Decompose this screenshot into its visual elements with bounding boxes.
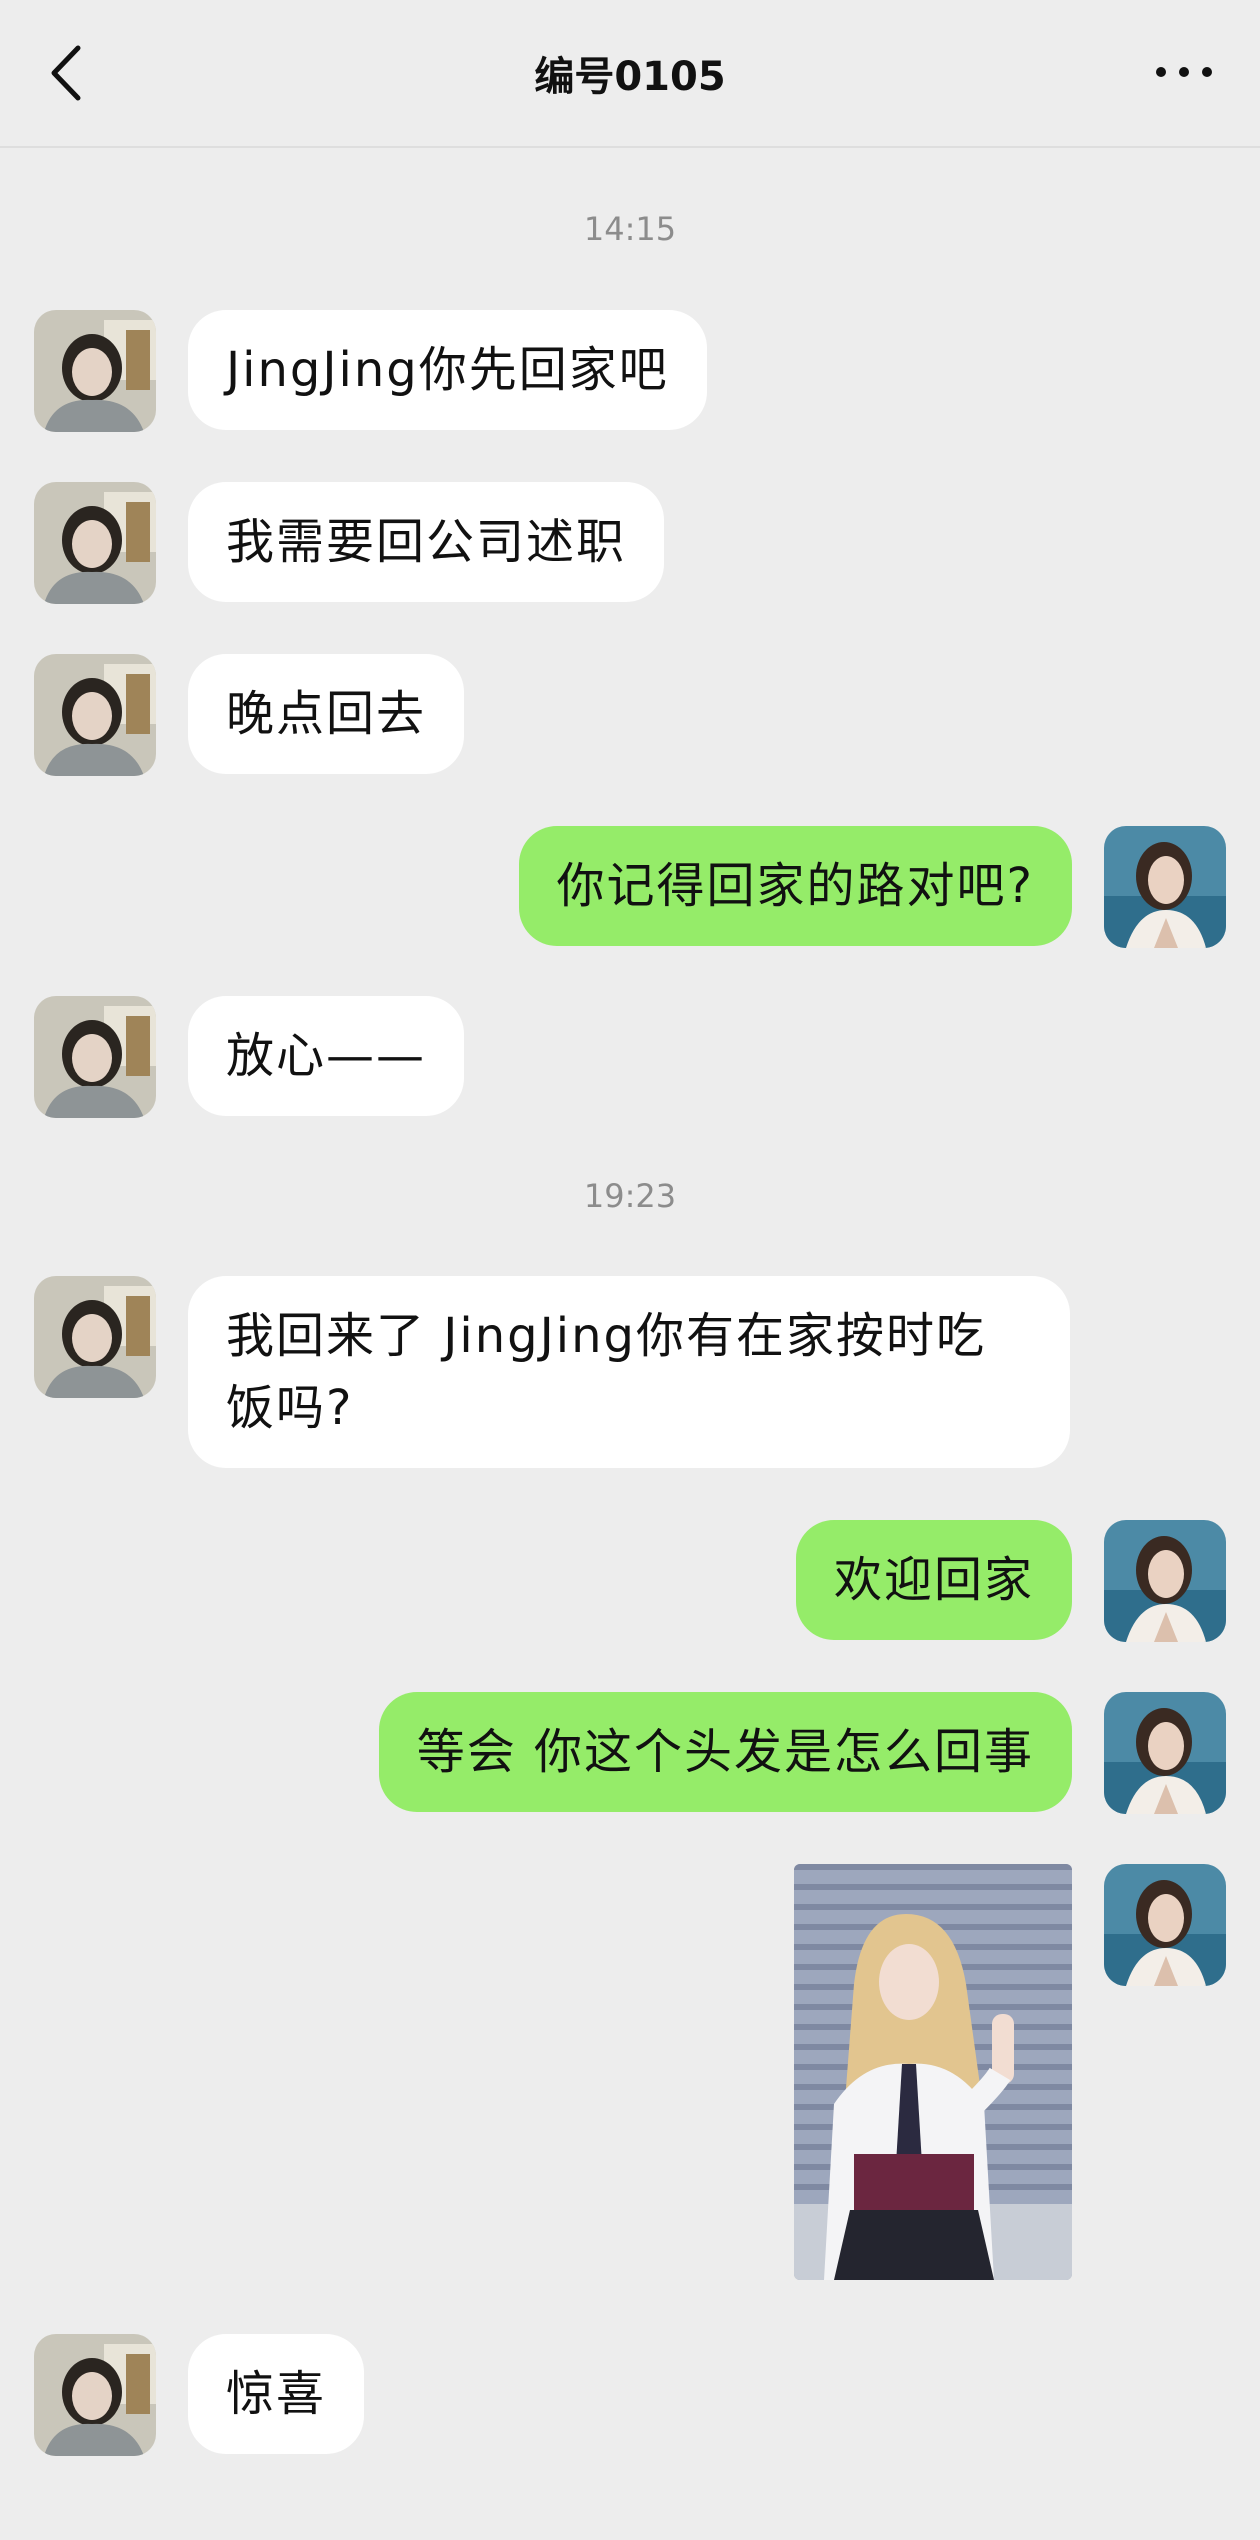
message-bubble-incoming[interactable]: 惊喜 [188, 2334, 365, 2454]
contact-avatar[interactable] [34, 482, 156, 604]
contact-avatar[interactable] [34, 996, 156, 1118]
message-bubble-incoming[interactable]: 我回来了 JingJing你有在家按时吃饭吗? [188, 1276, 1070, 1468]
image-message[interactable] [794, 1864, 1072, 2280]
timestamp: 19:23 [583, 1177, 677, 1215]
message-bubble-incoming[interactable]: JingJing你先回家吧 [188, 310, 707, 430]
contact-avatar[interactable] [34, 654, 156, 776]
more-button[interactable] [1148, 50, 1220, 94]
message-bubble-incoming[interactable]: 放心—— [188, 996, 465, 1116]
message-bubble-outgoing[interactable]: 等会 你这个头发是怎么回事 [378, 1692, 1072, 1812]
chat-header: 编号0105 [0, 0, 1260, 148]
self-avatar[interactable] [1104, 1520, 1226, 1642]
message-bubble-incoming[interactable]: 我需要回公司述职 [188, 482, 665, 602]
ellipsis-icon [1156, 67, 1212, 77]
contact-avatar[interactable] [34, 1276, 156, 1398]
timestamp: 14:15 [583, 210, 677, 248]
self-avatar[interactable] [1104, 1864, 1226, 1986]
contact-avatar[interactable] [34, 2334, 156, 2456]
message-bubble-outgoing[interactable]: 你记得回家的路对吧? [518, 826, 1072, 946]
message-bubble-outgoing[interactable]: 欢迎回家 [795, 1520, 1072, 1640]
message-bubble-incoming[interactable]: 晚点回去 [188, 654, 465, 774]
chat-title: 编号0105 [534, 54, 726, 100]
self-avatar[interactable] [1104, 826, 1226, 948]
self-avatar[interactable] [1104, 1692, 1226, 1814]
contact-avatar[interactable] [34, 310, 156, 432]
